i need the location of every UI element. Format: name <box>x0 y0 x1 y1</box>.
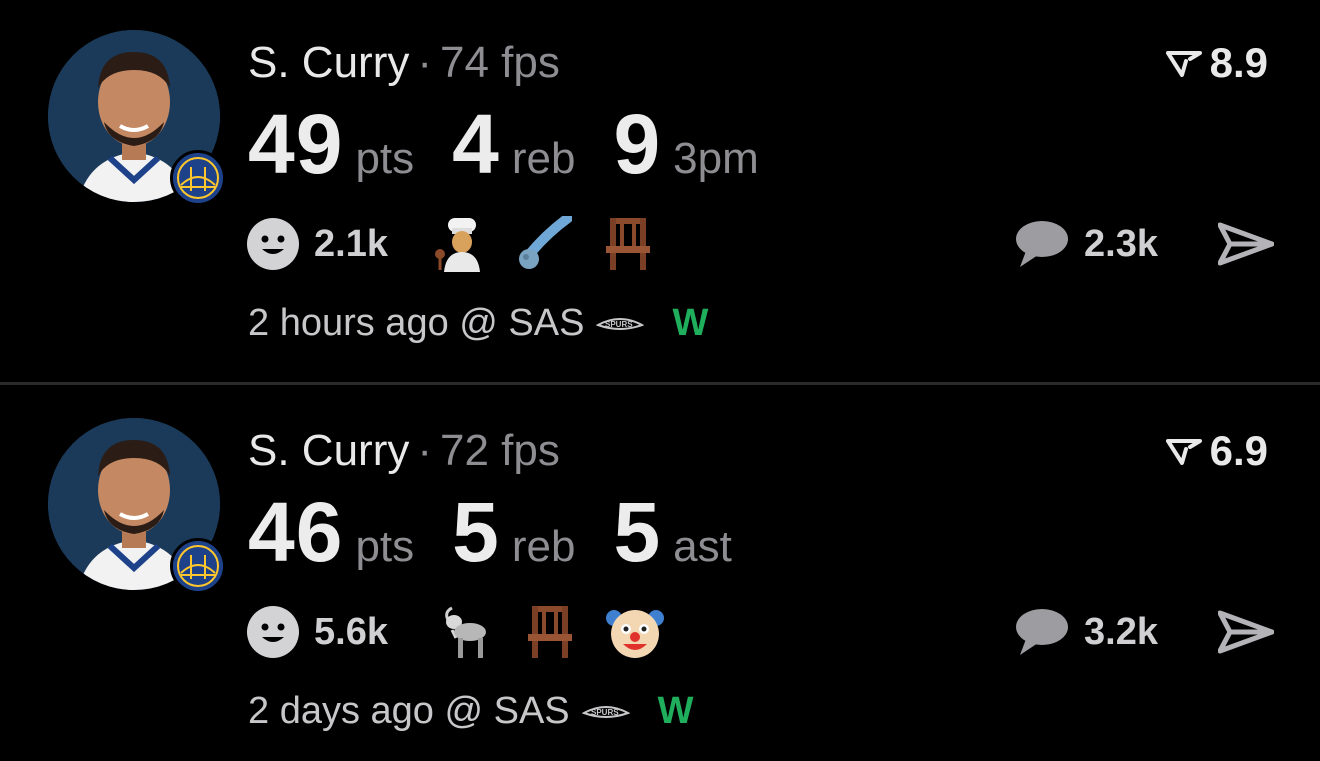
fantasy-points: 74 fps <box>440 38 560 87</box>
comment-count: 2.3k <box>1084 222 1158 265</box>
rating-value: 8.9 <box>1209 39 1268 86</box>
rating-badge: 6.9 <box>1165 426 1268 476</box>
action-bar: 2.1k 2.3k <box>246 214 1276 274</box>
rating-icon <box>1165 51 1202 77</box>
game-time: 2 hours ago @ SAS <box>248 301 585 344</box>
emoji-reaction[interactable] <box>438 602 494 662</box>
spurs-logo-icon: SPURS <box>581 706 630 718</box>
player-name[interactable]: S. Curry <box>248 426 409 475</box>
stat-value: 46 <box>248 485 344 579</box>
emoji-reaction[interactable] <box>434 214 490 274</box>
player-line: S. Curry · 74 fps <box>248 38 560 88</box>
clown-face-icon <box>606 610 664 658</box>
stat-unit: reb <box>511 134 576 183</box>
emoji-reaction[interactable] <box>516 214 572 274</box>
stat-line: 46 pts 5 reb 5 ast <box>248 484 770 579</box>
game-result: W <box>672 301 709 344</box>
chair-icon <box>606 218 650 270</box>
stat-value: 5 <box>452 485 500 579</box>
smiley-icon <box>247 218 299 270</box>
stat-value: 9 <box>613 97 662 191</box>
reaction-count: 5.6k <box>314 610 388 653</box>
comment-count: 3.2k <box>1084 610 1158 653</box>
comment-icon <box>1016 609 1068 655</box>
send-icon <box>1218 222 1274 266</box>
game-time: 2 days ago @ SAS <box>248 689 570 732</box>
stat-unit: pts <box>355 522 415 571</box>
rating-value: 6.9 <box>1209 427 1268 474</box>
comment-icon <box>1016 221 1068 267</box>
team-logo-icon <box>170 538 226 594</box>
comet-icon <box>519 216 572 269</box>
chef-icon <box>435 218 480 272</box>
game-result: W <box>657 689 694 732</box>
team-logo-icon <box>170 150 226 206</box>
player-line: S. Curry · 72 fps <box>248 426 560 476</box>
player-name[interactable]: S. Curry <box>248 38 409 87</box>
emoji-reaction[interactable] <box>602 214 654 274</box>
emoji-reaction[interactable] <box>524 602 576 662</box>
stat-line: 49 pts 4 reb 9 3pm <box>248 96 797 191</box>
stat-value: 5 <box>613 485 662 579</box>
share-button[interactable] <box>1218 602 1274 662</box>
svg-text:SPURS: SPURS <box>605 320 633 329</box>
stat-value: 4 <box>452 97 500 191</box>
comment-button[interactable]: 2.3k <box>1014 214 1158 274</box>
chair-icon <box>528 606 572 658</box>
smiley-icon <box>247 606 299 658</box>
goat-icon <box>445 606 486 658</box>
comment-button[interactable]: 3.2k <box>1014 602 1158 662</box>
share-button[interactable] <box>1218 214 1274 274</box>
post-card[interactable]: S. Curry · 74 fps 8.9 49 pts 4 reb 9 3pm 2.1k <box>0 0 1320 380</box>
game-meta: 2 days ago @ SAS SPURS W <box>248 686 694 736</box>
reaction-button[interactable]: 5.6k <box>246 602 388 662</box>
divider <box>0 382 1320 385</box>
separator: · <box>417 38 433 87</box>
spurs-logo-icon: SPURS <box>596 318 645 330</box>
fantasy-points: 72 fps <box>440 426 560 475</box>
rating-icon <box>1165 439 1202 465</box>
separator: · <box>417 426 433 475</box>
stat-unit: ast <box>673 522 732 571</box>
reaction-count: 2.1k <box>314 222 388 265</box>
rating-badge: 8.9 <box>1165 38 1268 88</box>
send-icon <box>1218 610 1274 654</box>
reaction-button[interactable]: 2.1k <box>246 214 388 274</box>
action-bar: 5.6k 3.2k <box>246 602 1276 662</box>
svg-text:SPURS: SPURS <box>591 708 619 717</box>
game-meta: 2 hours ago @ SAS SPURS W <box>248 298 708 348</box>
stat-unit: pts <box>355 134 415 183</box>
emoji-reaction[interactable] <box>606 602 664 662</box>
stat-unit: reb <box>511 522 576 571</box>
post-card[interactable]: S. Curry · 72 fps 6.9 46 pts 5 reb 5 ast 5.6k <box>0 388 1320 761</box>
stat-unit: 3pm <box>673 134 759 183</box>
stat-value: 49 <box>248 97 344 191</box>
